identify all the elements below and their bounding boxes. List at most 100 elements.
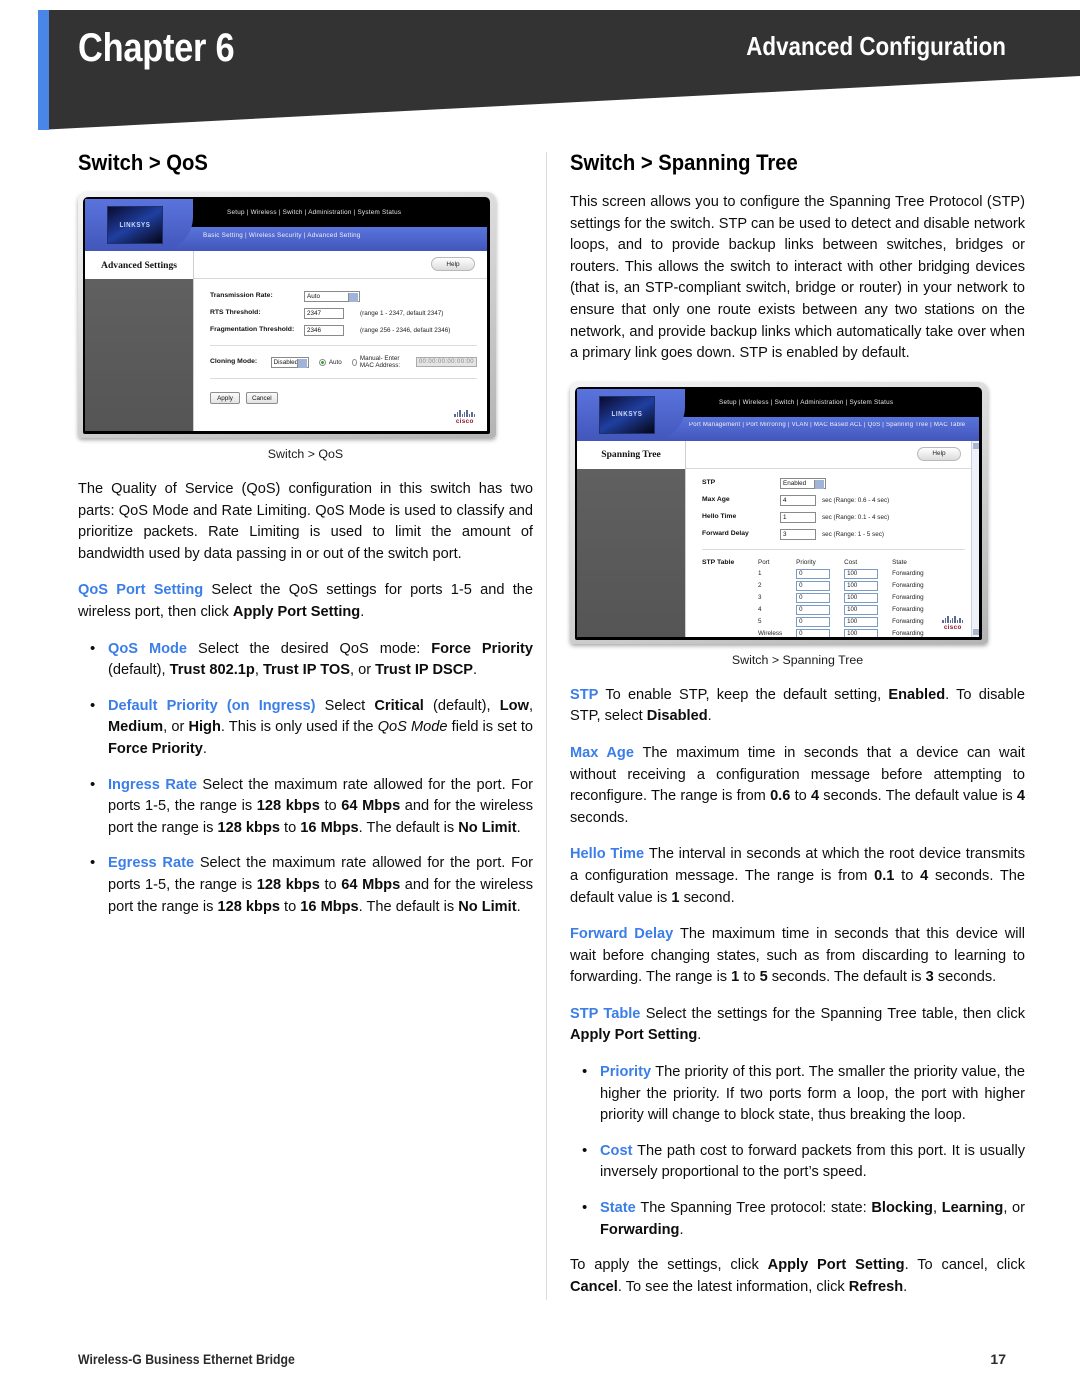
cost-input[interactable]: 100 [844,580,879,591]
field-transmission-rate: Transmission Rate: Auto [210,291,477,302]
priority-input[interactable]: 0 [796,580,831,591]
cloning-auto-radio[interactable]: Auto [318,358,342,366]
cost-input[interactable]: 100 [844,592,879,603]
fragmentation-threshold-input[interactable]: 2346 [304,325,344,336]
text-run: Refresh [848,1278,904,1295]
cisco-logo: cisco [942,615,963,631]
text-run: , [528,697,533,714]
cloning-auto-label: Auto [328,358,342,366]
text-run: The Spanning Tree protocol: state: [640,1200,872,1217]
text-run: . This is only used if the [220,719,378,736]
linksys-logo: LINKSYS [107,206,163,244]
text-run: The priority of this port. The smaller t… [600,1064,1025,1124]
text-run: 16 Mbps [300,819,359,836]
cloning-mode-select[interactable]: Disabled [270,356,309,368]
header-accent-stripe [38,10,49,130]
linksys-logo-text: LINKSYS [119,220,151,230]
text-run: . [473,662,478,679]
text-run: The path cost to forward packets from th… [600,1142,1025,1181]
stp-ui-page-title: Spanning Tree [577,440,685,469]
priority-input[interactable]: 0 [796,616,831,627]
qos-port-setting-bold: Apply Port Setting [232,603,361,620]
field-label: STP [702,479,716,487]
term-max-age: Max Age [570,744,643,761]
stp-ui-secondary-nav[interactable]: Port Management | Port Mirroring | VLAN … [689,422,965,428]
text-run: 128 kbps [256,798,320,815]
stp-ui-primary-nav[interactable]: Setup | Wireless | Switch | Administrati… [719,399,893,406]
cancel-button[interactable]: Cancel [246,392,278,404]
text-run: Apply Port Setting [570,1027,698,1044]
max-age-input[interactable]: 4 [780,494,816,506]
stp-priority-cell: 0 [796,604,844,617]
text-run: QoS Mode [377,719,448,736]
cost-input[interactable]: 100 [844,568,879,579]
qos-bullet-list: QoS Mode Select the desired QoS mode: Fo… [78,638,533,919]
priority-input[interactable]: 0 [796,604,831,615]
term-egress-rate: Egress Rate [108,855,200,872]
stp-table-row: Wireless 0 100 Forwarding [758,628,938,637]
text-run: 0.6 [770,788,791,805]
hello-time-input[interactable]: 1 [780,511,816,523]
stp-table-row: 1 0 100 Forwarding [758,568,938,581]
priority-input[interactable]: 0 [796,568,831,579]
stp-table-section: STP Table Port Priority Cost State 1 0 100 Forw… [702,559,965,637]
text-run: Select [324,697,375,714]
rts-threshold-input[interactable]: 2347 [304,308,344,319]
term-priority: Priority [600,1064,656,1081]
qos-ui-secondary-nav[interactable]: Basic Setting | Wireless Security | Adva… [203,232,361,239]
stp-select[interactable]: Enabled [780,477,826,489]
cloning-manual-radio[interactable]: Manual- Enter MAC Address: [351,355,411,369]
text-run: , or [1003,1200,1026,1217]
qos-screenshot-figure: LINKSYS Setup | Wireless | Switch | Admi… [78,192,496,438]
text-run: To enable STP, keep the default setting, [605,686,889,703]
stp-column-header: Port [758,558,770,566]
priority-input[interactable]: 0 [796,628,831,637]
right-section-title: Switch > Spanning Tree [570,150,798,175]
text-run: to [280,898,301,915]
text-run: Disabled [646,708,708,725]
forward-delay-input[interactable]: 3 [780,528,816,540]
qos-screenshot-bezel: LINKSYS Setup | Wireless | Switch | Admi… [83,197,490,434]
mac-address-input[interactable]: 00:00:00:00:00:00 [415,357,477,367]
cost-input[interactable]: 100 [844,628,879,637]
qos-ui-primary-nav[interactable]: Setup | Wireless | Switch | Administrati… [227,209,401,216]
stp-priority-cell: 0 [796,580,844,593]
help-button[interactable]: Help [431,257,475,271]
bullet-item: Priority The priority of this port. The … [570,1061,1025,1127]
forward-delay-hint: sec (Range: 1 - 5 sec) [822,530,884,538]
text-run: 64 Mbps [341,798,401,815]
scroll-down-icon[interactable] [973,628,979,635]
term-ingress-rate: Ingress Rate [108,776,203,793]
field-label: Forward Delay [702,530,749,538]
scroll-up-icon[interactable] [973,442,979,449]
stp-ui-form: STP Enabled Max Age 4 sec (Range: 0.6 - … [686,469,979,637]
term-stp-table: STP Table [570,1005,646,1022]
stp-cost-cell: 100 [844,616,892,629]
field-rts-threshold: RTS Threshold: 2347 (range 1 - 2347, def… [210,308,477,319]
term-cost: Cost [600,1142,638,1159]
cost-input[interactable]: 100 [844,604,879,615]
text-run: 0.1 [874,867,895,884]
stp-priority-cell: 0 [796,616,844,629]
text-run: field is set to [447,719,533,736]
cost-input[interactable]: 100 [844,616,879,627]
qos-port-setting-paragraph: QoS Port Setting Select the QoS settings… [78,580,533,623]
stp-ui-scrollbar[interactable] [971,440,979,637]
text-run: To apply the settings, click [570,1257,768,1274]
apply-button[interactable]: Apply [210,392,240,404]
transmission-rate-select[interactable]: Auto [304,291,360,302]
qos-ui-body: Advanced Settings Help Transmission Rate… [85,251,487,431]
text-run: Critical [374,697,424,714]
help-button[interactable]: Help [917,446,961,461]
priority-input[interactable]: 0 [796,592,831,603]
left-section-title: Switch > QoS [78,150,208,175]
rts-threshold-hint: (range 1 - 2347, default 2347) [360,310,444,317]
text-run: Blocking [871,1200,933,1217]
cloning-manual-label: Manual- Enter MAC Address: [359,355,401,369]
stp-table-row: 4 0 100 Forwarding [758,604,938,617]
stp-state-cell: Forwarding [892,582,924,590]
text-run: Trust IP DSCP [375,662,473,679]
left-column: Switch > QoS LINKSYS Setup | Wireless | … [78,150,533,932]
bullet-item: Cost The path cost to forward packets fr… [570,1140,1025,1184]
text-run: (default), [423,697,500,714]
